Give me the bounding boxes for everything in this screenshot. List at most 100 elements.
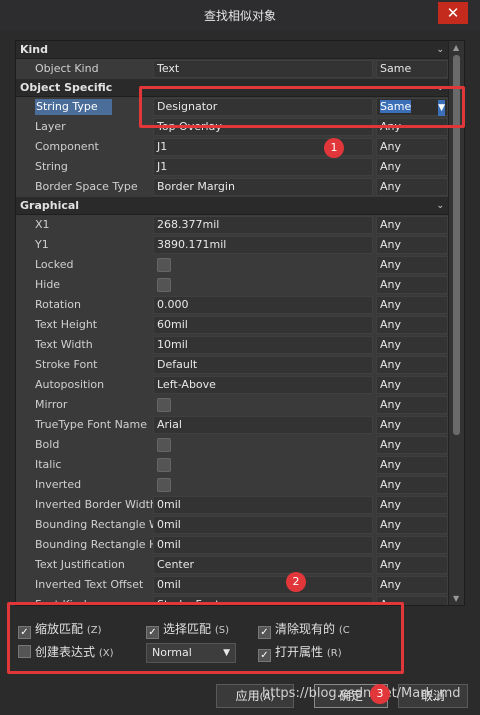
match-mode-text: Any (380, 438, 402, 451)
match-mode-cell[interactable]: Any (376, 496, 448, 514)
window-title: 查找相似对象 (203, 9, 276, 23)
property-value[interactable]: 0mil (153, 496, 373, 514)
property-name: Text Width (16, 335, 153, 355)
match-mode-cell[interactable]: Any (376, 356, 448, 374)
match-mode-cell[interactable]: Any (376, 296, 448, 314)
property-row[interactable]: Text Height 60mil Any (16, 315, 449, 335)
property-checkbox[interactable] (157, 258, 171, 272)
property-row[interactable]: String J1 Any (16, 157, 449, 177)
close-button[interactable]: ✕ (438, 2, 468, 24)
match-mode-text: Any (380, 160, 402, 173)
property-value[interactable]: 0mil (153, 536, 373, 554)
property-row[interactable]: Bold Any (16, 435, 449, 455)
match-mode-cell[interactable]: Any (376, 556, 448, 574)
property-value[interactable]: 0.000 (153, 296, 373, 314)
property-row[interactable]: Border Space Type Border Margin Any (16, 177, 449, 197)
property-row[interactable]: TrueType Font Name Arial Any (16, 415, 449, 435)
match-mode-cell[interactable]: Any (376, 138, 448, 156)
match-mode-cell[interactable]: Same (376, 60, 448, 78)
property-row[interactable]: Stroke Font Default Any (16, 355, 449, 375)
match-mode-cell[interactable]: Any (376, 336, 448, 354)
property-row[interactable]: Component J1 Any (16, 137, 449, 157)
property-row[interactable]: Bounding Rectangle W 0mil Any (16, 515, 449, 535)
property-name: Text Height (16, 315, 153, 335)
property-name: Layer (16, 117, 153, 137)
match-mode-cell[interactable]: Any (376, 576, 448, 594)
property-value[interactable]: 268.377mil (153, 216, 373, 234)
property-name-text: TrueType Font Name (35, 418, 148, 431)
property-name: Inverted Text Offset (16, 575, 153, 595)
chevron-collapse-icon[interactable]: ⌄ (436, 41, 444, 59)
property-row[interactable]: Hide Any (16, 275, 449, 295)
property-checkbox[interactable] (157, 398, 171, 412)
match-mode-cell[interactable]: Any (376, 376, 448, 394)
property-value[interactable]: Default (153, 356, 373, 374)
scroll-down-icon[interactable]: ▼ (453, 594, 459, 603)
match-mode-text: Any (380, 318, 402, 331)
property-value[interactable]: Border Margin (153, 178, 373, 196)
property-name: Y1 (16, 235, 153, 255)
property-row[interactable]: Italic Any (16, 455, 449, 475)
property-name: Component (16, 137, 153, 157)
scroll-up-icon[interactable]: ▲ (453, 43, 459, 52)
property-row[interactable]: Bounding Rectangle H 0mil Any (16, 535, 449, 555)
property-row[interactable]: Inverted Text Offset 0mil Any (16, 575, 449, 595)
property-row[interactable]: Rotation 0.000 Any (16, 295, 449, 315)
match-mode-text: Any (380, 338, 402, 351)
property-row[interactable]: Autoposition Left-Above Any (16, 375, 449, 395)
property-value[interactable]: 0mil (153, 516, 373, 534)
match-mode-cell[interactable]: Any (376, 236, 448, 254)
property-value[interactable]: Arial (153, 416, 373, 434)
property-name: Locked (16, 255, 153, 275)
match-mode-cell[interactable]: Any (376, 158, 448, 176)
property-checkbox[interactable] (157, 478, 171, 492)
match-mode-text: Any (380, 358, 402, 371)
annotation-badge-2: 2 (286, 572, 306, 592)
property-row[interactable]: Object Kind Text Same (16, 59, 449, 79)
property-row[interactable]: X1 268.377mil Any (16, 215, 449, 235)
match-mode-cell[interactable]: Any (376, 396, 448, 414)
property-row[interactable]: Text Width 10mil Any (16, 335, 449, 355)
property-row[interactable]: Inverted Border Width 0mil Any (16, 495, 449, 515)
property-value[interactable]: Center (153, 556, 373, 574)
property-name: Inverted (16, 475, 153, 495)
match-mode-cell[interactable]: Any (376, 276, 448, 294)
annotation-badge-1: 1 (324, 138, 344, 158)
property-name-text: Text Width (35, 338, 93, 351)
property-name: Inverted Border Width (16, 495, 153, 515)
match-mode-cell[interactable]: Any (376, 256, 448, 274)
property-row[interactable]: Text Justification Center Any (16, 555, 449, 575)
match-mode-cell[interactable]: Any (376, 216, 448, 234)
property-value[interactable]: 60mil (153, 316, 373, 334)
property-value[interactable]: 3890.171mil (153, 236, 373, 254)
match-mode-cell[interactable]: Any (376, 178, 448, 196)
match-mode-cell[interactable]: Any (376, 536, 448, 554)
property-checkbox[interactable] (157, 458, 171, 472)
match-mode-text: Any (380, 538, 402, 551)
property-value[interactable]: Text (153, 60, 373, 78)
property-name: Bold (16, 435, 153, 455)
property-name-text: Italic (35, 458, 62, 471)
property-value[interactable]: 10mil (153, 336, 373, 354)
property-row[interactable]: Y1 3890.171mil Any (16, 235, 449, 255)
section-kind[interactable]: Kind ⌄ (16, 41, 449, 59)
match-mode-cell[interactable]: Any (376, 476, 448, 494)
match-mode-cell[interactable]: Any (376, 436, 448, 454)
chevron-collapse-icon[interactable]: ⌄ (436, 197, 444, 215)
property-value[interactable]: Left-Above (153, 376, 373, 394)
match-mode-cell[interactable]: Any (376, 416, 448, 434)
property-row[interactable]: Inverted Any (16, 475, 449, 495)
property-value[interactable]: 0mil (153, 576, 373, 594)
match-mode-text: Any (380, 578, 402, 591)
property-checkbox[interactable] (157, 438, 171, 452)
property-value[interactable]: J1 (153, 158, 373, 176)
match-mode-cell[interactable]: Any (376, 456, 448, 474)
section-graphical[interactable]: Graphical ⌄ (16, 197, 449, 215)
match-mode-text: Any (380, 278, 402, 291)
property-row[interactable]: Locked Any (16, 255, 449, 275)
property-row[interactable]: Mirror Any (16, 395, 449, 415)
property-name-text: Inverted (35, 478, 82, 491)
property-checkbox[interactable] (157, 278, 171, 292)
match-mode-cell[interactable]: Any (376, 516, 448, 534)
match-mode-cell[interactable]: Any (376, 316, 448, 334)
